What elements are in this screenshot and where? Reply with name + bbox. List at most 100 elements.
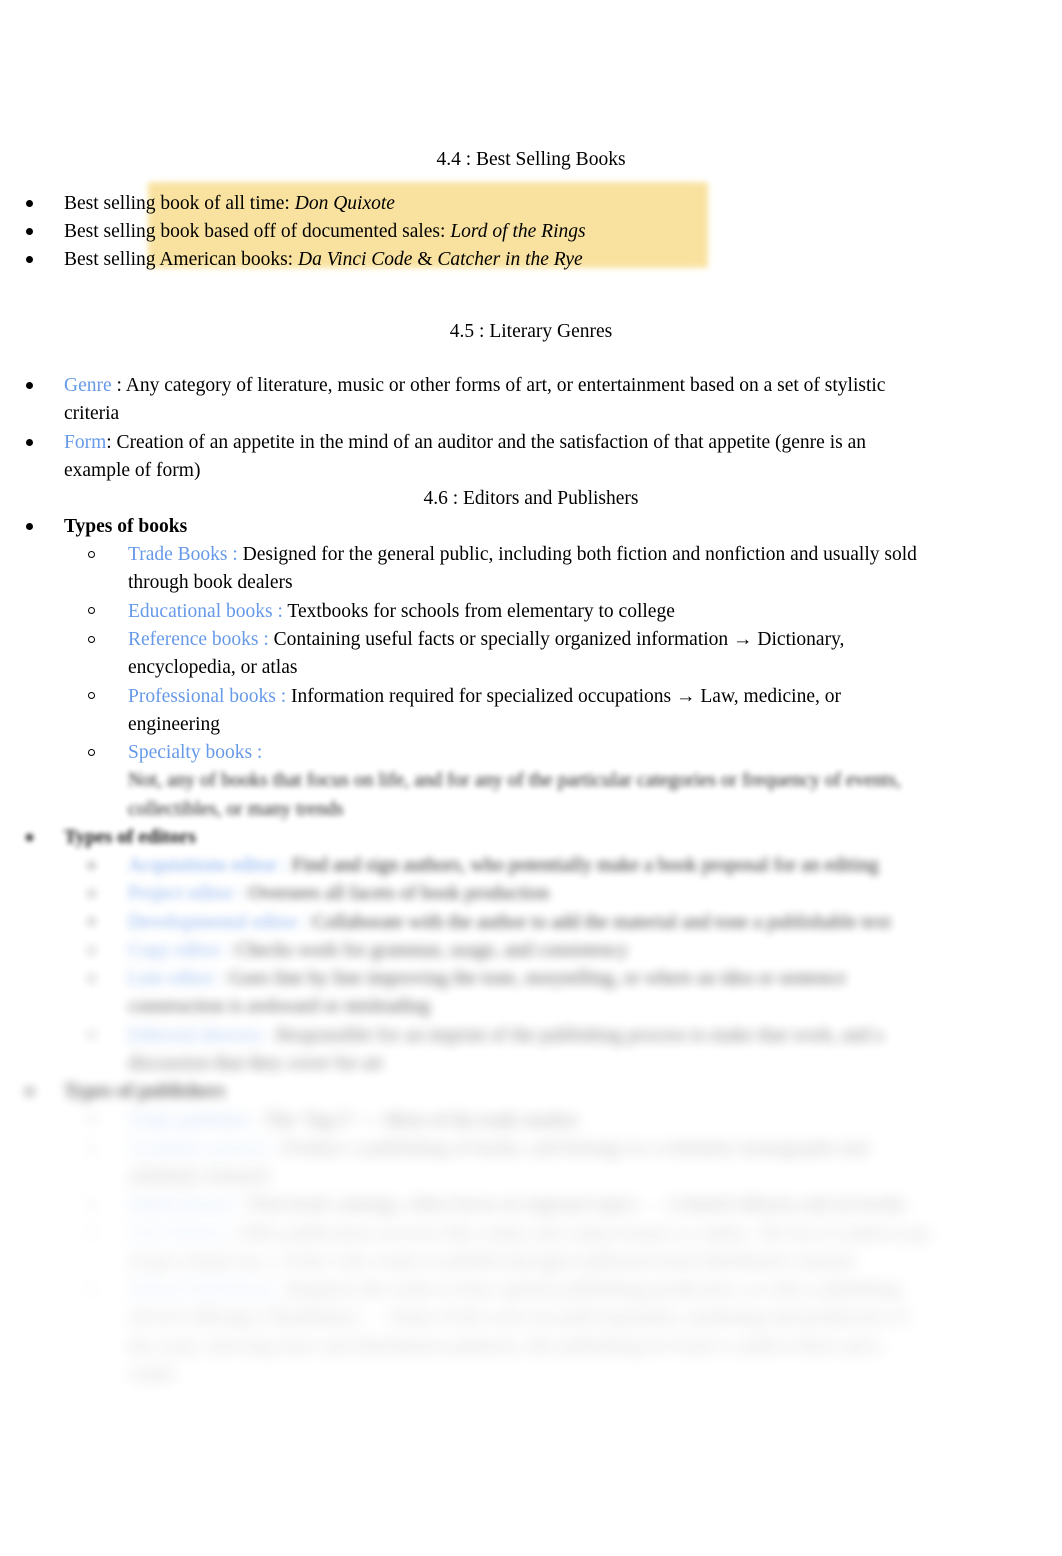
term-academic-presses: Academic presses : — [128, 1137, 279, 1159]
highlighted-block: Best selling book of all time: Don Quixo… — [0, 181, 1062, 275]
bullet-disc-icon — [26, 256, 33, 264]
list-item: Types of books Trade Books : Designed fo… — [0, 513, 1062, 824]
types-of-publishers-list: Trade publisher : The "big 5" — Most of … — [64, 1107, 1062, 1390]
list-item: Editorial director : Responsible for an … — [64, 1022, 1062, 1079]
list-item: Best selling book of all time: Don Quixo… — [0, 190, 1062, 218]
document-content: 4.4 : Best Selling Books Best selling bo… — [0, 0, 1062, 1389]
bullet-disc-icon — [26, 382, 33, 390]
bullet-circle-icon — [88, 692, 95, 700]
list-item: Types of editors Acquisitions editor : F… — [0, 824, 1062, 1078]
best-selling-documented-title: Lord of the Rings — [450, 220, 586, 242]
bullet-circle-icon — [88, 1201, 95, 1209]
bullet-circle-icon — [88, 1144, 95, 1152]
list-item: Best selling book based off of documente… — [0, 218, 1062, 246]
term-editorial-director: Editorial director : — [128, 1024, 273, 1046]
list-item: Types of publishers Trade publisher : Th… — [0, 1078, 1062, 1389]
definition-developmental-editor: Collaborate with the author to add the m… — [307, 911, 891, 933]
term-educational-books: Educational books : — [128, 600, 283, 622]
list-item: Form: Creation of an appetite in the min… — [0, 429, 1062, 486]
bullet-circle-icon — [88, 918, 95, 926]
bullet-circle-icon — [88, 1031, 95, 1039]
best-selling-alltime-lead: Best selling book of all time: — [64, 192, 295, 214]
document-page: 4.4 : Best Selling Books Best selling bo… — [0, 0, 1062, 1556]
bullet-circle-icon — [88, 1229, 95, 1237]
bullet-circle-icon — [88, 550, 95, 558]
definition-project-editor: Oversees all facets of book production — [243, 883, 550, 905]
definition-line-editor: Goes line by line improving the tone, st… — [128, 968, 847, 1018]
list-item: Trade publisher : The "big 5" — Most of … — [64, 1107, 1062, 1135]
list-item: Trade Books : Designed for the general p… — [64, 541, 1062, 598]
term-copy-editor: Copy editor : — [128, 939, 231, 961]
best-selling-american-title-2: Catcher in the Rye — [437, 249, 583, 271]
types-of-books-group: Types of books Trade Books : Designed fo… — [0, 513, 1062, 824]
bullet-disc-icon — [26, 228, 33, 236]
definition-specialty-books-obscured: Not, any of books that focus on life, an… — [128, 770, 901, 820]
list-item: Specialty books : Not, any of books that… — [64, 739, 1062, 824]
bullet-circle-icon — [88, 946, 95, 954]
types-of-editors-list: Acquisitions editor : Find and sign auth… — [64, 852, 1062, 1078]
bullet-disc-icon — [26, 523, 33, 531]
best-selling-american-lead: Best selling American books: — [64, 249, 298, 271]
list-item: Hybrid Publishing : Requires the writer … — [64, 1276, 1062, 1389]
list-item: Educational books : Textbooks for school… — [64, 598, 1062, 626]
types-of-editors-group: Types of editors Acquisitions editor : F… — [0, 824, 1062, 1078]
definition-acquisitions-editor: Find and sign authors, who potentially m… — [287, 855, 879, 877]
literary-genres-list: Genre : Any category of literature, musi… — [0, 372, 1062, 485]
term-reference-books: Reference books : — [128, 628, 269, 650]
obscured-preview-region: Types of editors Acquisitions editor : F… — [0, 824, 1062, 1389]
definition-small-presses: Post-book catalogs, often focus on regio… — [245, 1194, 907, 1216]
term-trade-publisher: Trade publisher : — [128, 1109, 261, 1131]
term-hybrid-publishing: Hybrid Publishing : — [128, 1279, 282, 1301]
list-item: Professional books : Information require… — [64, 683, 1062, 740]
term-small-presses: Small presses : — [128, 1194, 245, 1216]
bullet-circle-icon — [88, 890, 95, 898]
list-item: Project editor : Oversees all facets of … — [64, 880, 1062, 908]
bullet-circle-icon — [88, 974, 95, 982]
term-form: Form — [64, 431, 107, 453]
best-selling-alltime-title: Don Quixote — [294, 192, 395, 214]
term-acquisitions-editor: Acquisitions editor : — [128, 855, 288, 877]
term-professional-books: Professional books : — [128, 685, 287, 707]
term-genre: Genre — [64, 375, 112, 397]
list-item: Developmental editor : Collaborate with … — [64, 909, 1062, 937]
section-heading-4-4: 4.4 : Best Selling Books — [436, 149, 626, 170]
best-selling-list: Best selling book of all time: Don Quixo… — [0, 190, 1062, 275]
list-item: Genre : Any category of literature, musi… — [0, 372, 1062, 429]
label-types-of-editors: Types of editors — [64, 826, 196, 848]
bullet-circle-icon — [88, 607, 95, 615]
bullet-disc-icon — [26, 1088, 33, 1096]
bullet-circle-icon — [88, 748, 95, 756]
best-selling-documented-lead: Best selling book based off of documente… — [64, 220, 451, 242]
list-item: Copy editor : Checks work for grammar, u… — [64, 937, 1062, 965]
best-selling-american-title-1: Da Vinci Code — [297, 249, 413, 271]
term-trade-books: Trade Books : — [128, 544, 238, 566]
list-item: Best selling American books: Da Vinci Co… — [0, 246, 1062, 274]
definition-self-publish: Offer publication services like vanity a… — [128, 1222, 933, 1272]
section-heading-4-5: 4.5 : Literary Genres — [449, 321, 613, 343]
label-types-of-publishers: Types of publishers — [64, 1081, 226, 1103]
term-developmental-editor: Developmental editor : — [128, 911, 308, 933]
bullet-disc-icon — [26, 438, 33, 446]
types-of-books-list: Trade Books : Designed for the general p… — [64, 541, 1062, 824]
definition-trade-books: Designed for the general public, includi… — [128, 544, 917, 594]
term-self-publish: Self Publish : — [128, 1222, 234, 1244]
term-project-editor: Project editor : — [128, 883, 244, 905]
list-item: Acquisitions editor : Find and sign auth… — [64, 852, 1062, 880]
list-item: Line editor : Goes line by line improvin… — [64, 965, 1062, 1022]
bullet-disc-icon — [26, 833, 33, 841]
definition-form: : Creation of an appetite in the mind of… — [64, 431, 866, 481]
best-selling-american-conjunction: & — [412, 249, 438, 271]
definition-trade-publisher: The "big 5" — Most of the trade market — [260, 1109, 578, 1131]
definition-genre: : Any category of literature, music or o… — [64, 375, 886, 425]
section-heading-4-6: 4.6 : Editors and Publishers — [423, 488, 639, 510]
bullet-disc-icon — [26, 199, 33, 207]
term-line-editor: Line editor : — [128, 968, 225, 990]
bullet-circle-icon — [88, 1116, 95, 1124]
definition-educational-books: Textbooks for schools from elementary to… — [282, 600, 675, 622]
list-item: Academic presses : Produce a publishing … — [64, 1135, 1062, 1192]
list-item: Small presses : Post-book catalogs, ofte… — [64, 1191, 1062, 1219]
term-specialty-books: Specialty books : — [128, 742, 263, 764]
bullet-circle-icon — [88, 635, 95, 643]
label-types-of-books: Types of books — [64, 515, 188, 537]
bullet-circle-icon — [88, 1285, 95, 1293]
